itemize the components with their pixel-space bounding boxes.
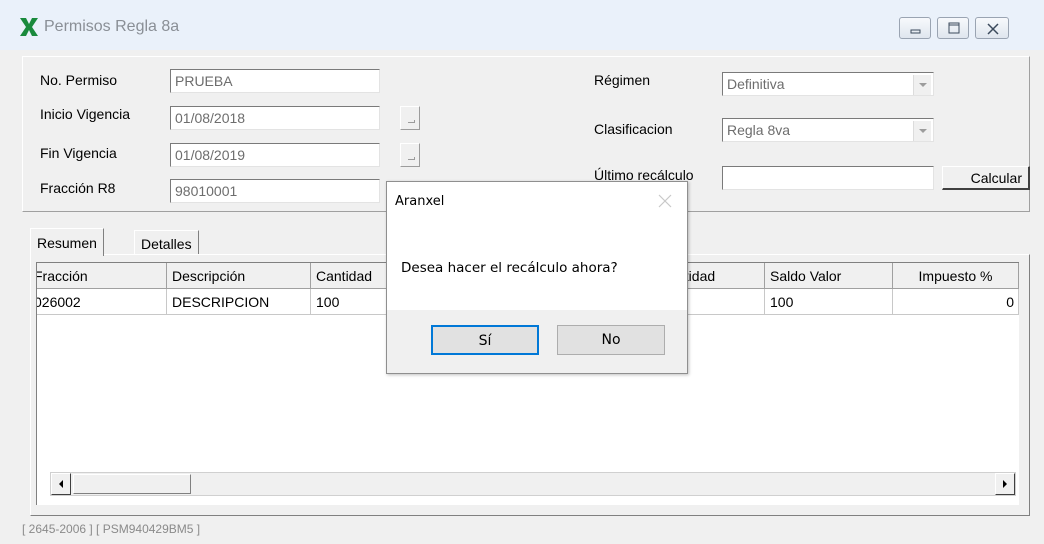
scroll-right-button[interactable]	[995, 473, 1015, 495]
regimen-select[interactable]: Definitiva	[722, 72, 934, 96]
arrow-left-icon	[59, 480, 63, 488]
minimize-icon	[910, 29, 921, 34]
column-header-impuesto[interactable]: Impuesto %	[893, 263, 1019, 289]
regimen-value: Definitiva	[727, 76, 785, 92]
table-cell-impuesto[interactable]: 0	[893, 289, 1019, 315]
permiso-input[interactable]: PRUEBA	[170, 69, 380, 93]
fraccion-input[interactable]: 98010001	[170, 179, 380, 203]
scroll-left-button[interactable]	[51, 473, 71, 495]
dialog-close-icon[interactable]	[653, 190, 677, 212]
clasificacion-value: Regla 8va	[727, 122, 791, 138]
fin-vigencia-input[interactable]: 01/08/2019	[170, 143, 380, 167]
scroll-thumb[interactable]	[73, 474, 191, 494]
dialog-title: Aranxel	[395, 194, 445, 209]
status-bar-text: [ 2645-2006 ] [ PSM940429BM5 ]	[22, 522, 201, 536]
ultimo-recalculo-input[interactable]	[722, 166, 934, 190]
fin-vigencia-label: Fin Vigencia	[40, 145, 117, 161]
inicio-vigencia-input[interactable]: 01/08/2018	[170, 106, 380, 130]
yes-button[interactable]: Sí	[431, 325, 539, 355]
tab-detalles[interactable]: Detalles	[134, 230, 199, 254]
confirm-dialog: Aranxel Desea hacer el recálculo ahora? …	[386, 181, 688, 374]
table-cell-fraccion[interactable]: 026002	[37, 289, 167, 315]
dialog-message: Desea hacer el recálculo ahora?	[401, 260, 618, 276]
chevron-down-icon[interactable]	[913, 75, 931, 95]
title-bar[interactable]: Permisos Regla 8a	[0, 0, 1044, 50]
calcular-button[interactable]: Calcular	[942, 166, 1030, 190]
maximize-button[interactable]	[937, 17, 969, 39]
clasificacion-select[interactable]: Regla 8va	[722, 118, 934, 142]
fin-date-picker-button[interactable]	[400, 143, 420, 167]
horizontal-scrollbar[interactable]	[50, 472, 1016, 496]
inicio-date-picker-button[interactable]	[400, 106, 420, 130]
table-cell-saldo-valor[interactable]: 100	[765, 289, 893, 315]
clasificacion-label: Clasificacion	[594, 121, 673, 137]
chevron-down-icon[interactable]	[913, 121, 931, 141]
table-cell-descripcion[interactable]: DESCRIPCION	[167, 289, 311, 315]
maximize-icon	[948, 22, 960, 34]
arrow-right-icon	[1003, 480, 1007, 488]
column-header-fraccion[interactable]: Fracción	[37, 263, 167, 289]
tab-resumen[interactable]: Resumen	[30, 228, 104, 256]
inicio-vigencia-label: Inicio Vigencia	[40, 106, 131, 122]
main-window: Permisos Regla 8a No. Permiso PRUEBA Ini…	[0, 0, 1044, 544]
close-icon	[987, 23, 999, 35]
aranxel-logo-icon	[20, 18, 38, 36]
permiso-label: No. Permiso	[40, 72, 118, 88]
minimize-button[interactable]	[899, 17, 931, 39]
fraccion-label: Fracción R8	[40, 180, 116, 196]
no-button[interactable]: No	[557, 325, 665, 355]
regimen-label: Régimen	[594, 72, 651, 88]
column-header-descripcion[interactable]: Descripción	[167, 263, 311, 289]
window-title: Permisos Regla 8a	[44, 18, 180, 35]
column-header-saldo-valor[interactable]: Saldo Valor	[765, 263, 893, 289]
close-window-button[interactable]	[975, 17, 1009, 39]
